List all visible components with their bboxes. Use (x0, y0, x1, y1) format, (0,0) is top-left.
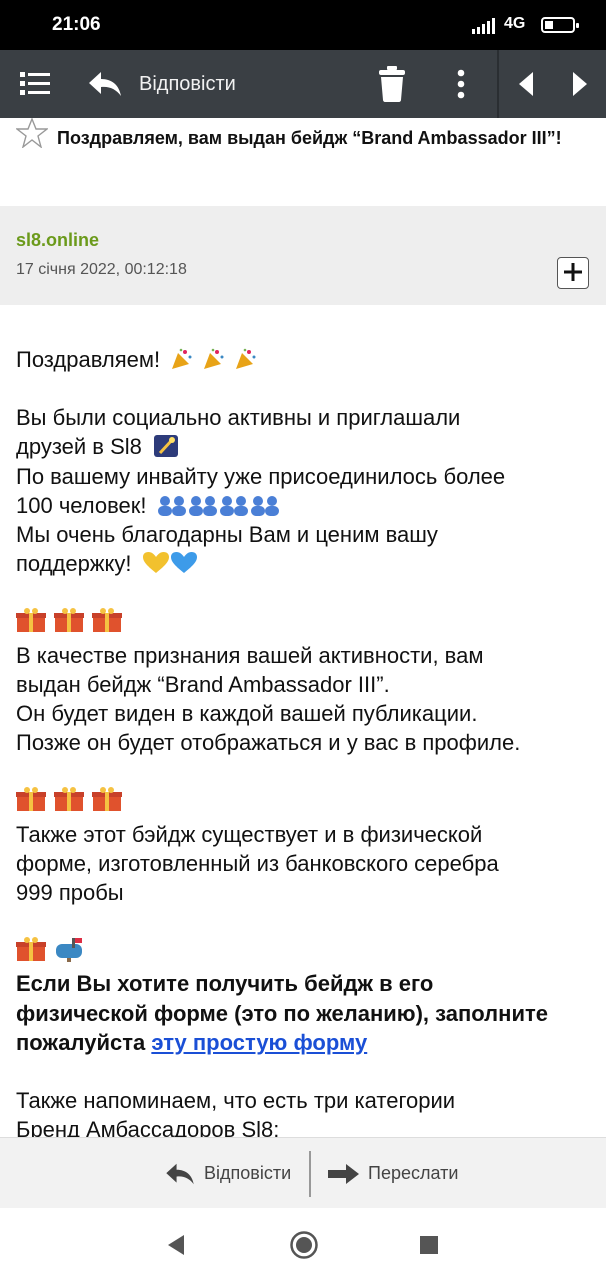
paragraph-line: Вы были социально активны и приглашали (16, 405, 461, 431)
menu-list-icon[interactable] (14, 50, 56, 118)
trash-icon[interactable] (372, 50, 412, 118)
more-vert-icon[interactable] (446, 50, 476, 118)
reply-icon (166, 1163, 194, 1184)
greeting-text: Поздравляем! (16, 347, 161, 372)
hearts-icon (142, 552, 197, 574)
gift-mailbox-icon (16, 937, 82, 963)
paragraph-line: Позже он будет отображаться и у вас в пр… (16, 730, 521, 756)
paragraph-line: Если Вы хотите получить бейдж в его (16, 971, 434, 997)
paragraph-line: пожалуйста (16, 1029, 146, 1055)
paragraph-line: 999 пробы (16, 880, 124, 906)
signal-icon (472, 18, 495, 34)
back-icon[interactable] (166, 1234, 186, 1256)
system-nav-bar (0, 1208, 606, 1280)
people-icon (157, 495, 279, 516)
gift-icon (16, 608, 122, 633)
paragraph-line: Также напоминаем, что есть три категории (16, 1088, 456, 1114)
sender-header: sl8.online 17 січня 2022, 00:12:18 (0, 206, 606, 305)
party-popper-icon (204, 348, 224, 369)
network-type: 4G (504, 15, 526, 32)
forward-icon (328, 1163, 359, 1184)
paragraph-line: В качестве признания вашей активности, в… (16, 642, 484, 668)
action-divider (309, 1151, 311, 1197)
paragraph-line: Он будет виден в каждой вашей публикации… (16, 701, 478, 727)
paragraph-line: форме, изготовленный из банковского сере… (16, 850, 499, 876)
paragraph-line: поддержку! (16, 551, 132, 577)
status-time: 21:06 (52, 14, 101, 35)
paragraph-line: выдан бейдж “Brand Ambassador III”. (16, 671, 390, 697)
next-icon[interactable] (562, 50, 596, 118)
paragraph-line: друзей в Sl8 (16, 434, 142, 460)
reply-icon[interactable] (84, 50, 126, 118)
message-body: Поздравляем! Вы были социально активны и… (16, 345, 596, 1144)
party-popper-icon (236, 348, 256, 369)
toolbar-divider (497, 50, 499, 118)
paragraph-line: Мы очень благодарны Вам и ценим вашу (16, 522, 438, 548)
app-toolbar: Відповісти (0, 50, 606, 118)
paragraph-line: физической форме (это по желанию), запол… (16, 1000, 548, 1026)
paragraph-line: Также этот бэйдж существует и в физическ… (16, 821, 483, 847)
forward-button-label: Переслати (368, 1163, 459, 1183)
previous-icon[interactable] (510, 50, 544, 118)
home-icon[interactable] (289, 1230, 319, 1260)
forward-button[interactable]: Переслати (328, 1138, 458, 1209)
reply-button[interactable]: Відповісти (164, 1138, 291, 1209)
battery-icon (541, 17, 579, 33)
form-link[interactable]: эту простую форму (151, 1030, 367, 1055)
reply-button-label: Відповісти (204, 1163, 292, 1183)
plus-icon (564, 263, 582, 281)
paragraph-line: По вашему инвайту уже присоединилось бол… (16, 463, 506, 489)
reply-label[interactable]: Відповісти (139, 73, 236, 96)
party-popper-icon (172, 348, 192, 369)
gift-icon (16, 787, 122, 812)
message-subject: Поздравляем, вам выдан бейдж “Brand Amba… (0, 118, 606, 206)
sender-name[interactable]: sl8.online (16, 230, 99, 251)
expand-details-button[interactable] (557, 257, 589, 289)
message-action-bar: Відповісти Переслати (0, 1137, 606, 1209)
shooting-star-icon (154, 435, 179, 458)
recents-icon[interactable] (419, 1235, 439, 1255)
status-bar: 21:06 4G (0, 0, 606, 50)
subject-text: Поздравляем, вам выдан бейдж “Brand Amba… (57, 128, 562, 148)
message-date: 17 січня 2022, 00:12:18 (16, 261, 187, 278)
paragraph-line: 100 человек! (16, 492, 147, 518)
